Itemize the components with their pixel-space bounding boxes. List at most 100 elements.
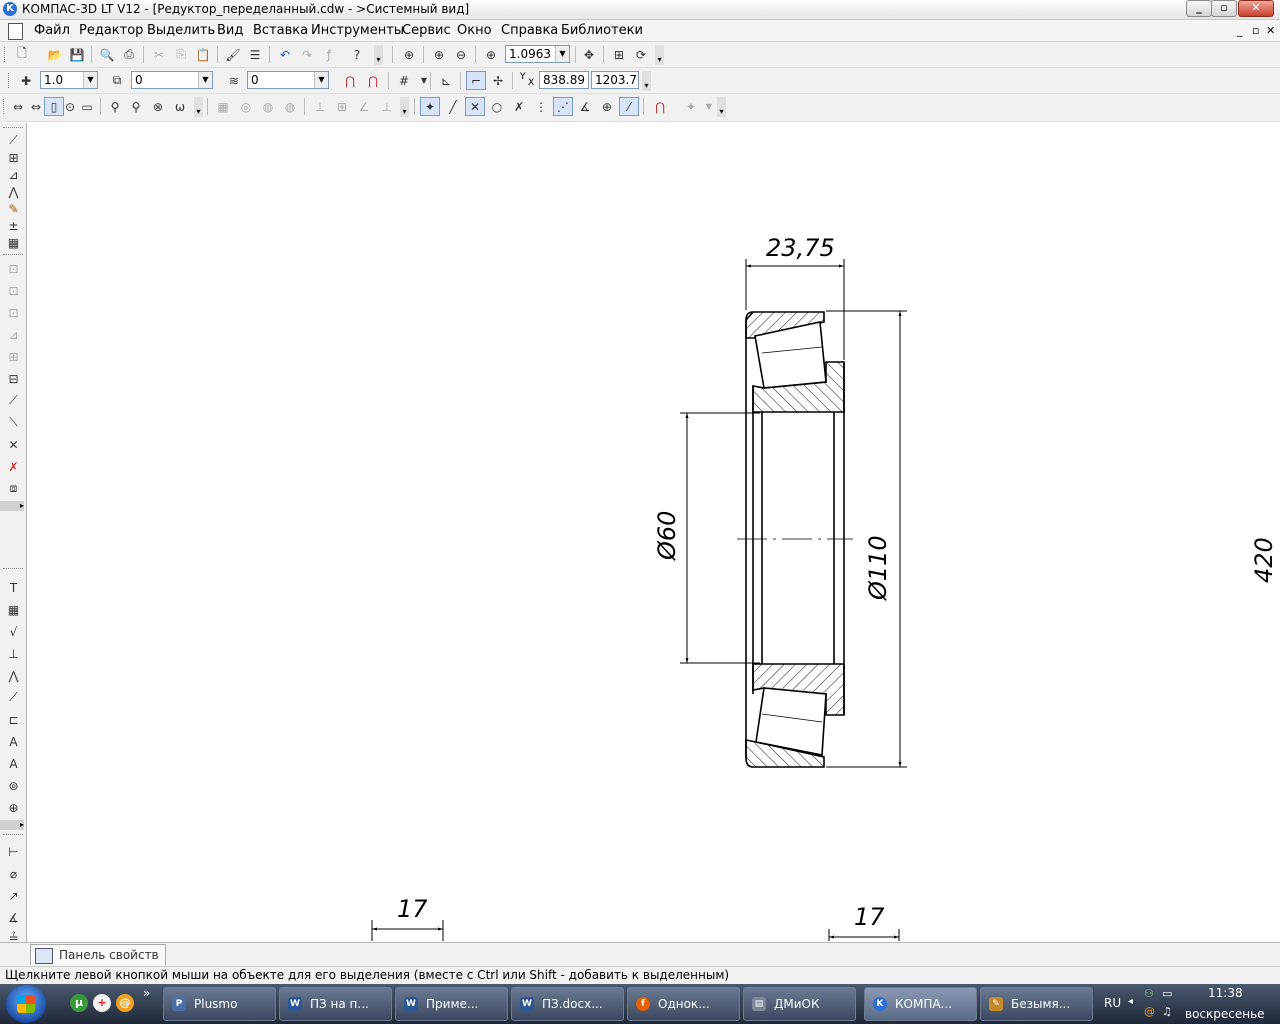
parallel-icon[interactable]: ∠ xyxy=(354,97,374,116)
mdi-restore-button[interactable]: ▫ xyxy=(1252,24,1259,37)
move-icon[interactable]: ⊡ xyxy=(4,259,23,278)
task-word-pz[interactable]: W ПЗ на п... xyxy=(279,987,392,1021)
linear-dimension-icon[interactable]: ⊢ xyxy=(4,842,23,861)
scale-icon[interactable]: ⊡ xyxy=(4,303,23,322)
view-manager-icon[interactable]: ⇔ xyxy=(8,97,28,116)
close-button[interactable]: ✕ xyxy=(1238,0,1274,17)
diameter-dimension-icon[interactable]: ⌀ xyxy=(4,864,23,883)
parameters-icon[interactable]: ⚲ xyxy=(126,97,146,116)
variables-icon[interactable]: ⚲ xyxy=(105,97,125,116)
clock-time[interactable]: 11:38 xyxy=(1208,986,1243,1000)
zoom-window-icon[interactable]: ⊕ xyxy=(399,45,419,64)
position-leader-icon[interactable]: ⟋ xyxy=(4,688,23,707)
task-firefox[interactable]: f Однок... xyxy=(627,987,740,1021)
delete-icon[interactable]: ✗ xyxy=(4,457,23,476)
view-icon[interactable]: ⇔ xyxy=(26,97,46,116)
cursor-step-combo[interactable]: 1.0 ▼ xyxy=(40,71,98,89)
panel-expand-icon[interactable]: ▸ xyxy=(0,501,24,511)
snap-alignment-icon[interactable]: ⋰ xyxy=(553,97,573,116)
snap-point-on-curve-icon[interactable]: ⁄ xyxy=(619,97,639,116)
current-layer-icon[interactable]: ≋ xyxy=(224,71,244,90)
start-button[interactable] xyxy=(6,985,46,1023)
drawing-canvas[interactable]: 23,75 Ø60 Ø110 420 17 17 xyxy=(27,123,1280,941)
toolbar-overflow-icon[interactable]: ▾ xyxy=(642,71,651,91)
quicklaunch-more-icon[interactable]: » xyxy=(143,986,150,1000)
zoom-out-icon[interactable]: ⊖ xyxy=(451,45,471,64)
cursor-step-icon[interactable]: ✚ xyxy=(16,71,36,90)
zoom-in-icon[interactable]: ⊕ xyxy=(429,45,449,64)
mdi-close-button[interactable]: ✕ xyxy=(1266,24,1275,37)
current-view-icon[interactable]: ⧉ xyxy=(107,71,127,90)
snap-settings-icon[interactable]: ⋂ xyxy=(363,71,383,90)
show-all-icon[interactable]: ⊞ xyxy=(609,45,629,64)
maximize-button[interactable]: ▫ xyxy=(1211,0,1237,17)
menu-libraries[interactable]: Библиотеки xyxy=(561,23,643,38)
redo-icon[interactable]: ↷ xyxy=(297,45,317,64)
leader-icon[interactable]: ⋀ xyxy=(4,666,23,685)
toolbar-grip[interactable] xyxy=(4,47,8,62)
hatching-icon[interactable]: ⊗ xyxy=(148,97,168,116)
menu-window[interactable]: Окно xyxy=(457,23,492,38)
trim-icon[interactable]: ⟋ xyxy=(4,391,23,410)
menu-help[interactable]: Справка xyxy=(501,23,558,38)
cursor-x-field[interactable]: 838.89 xyxy=(539,71,589,89)
save-icon[interactable]: 💾 xyxy=(67,45,87,64)
chevron-down-icon[interactable]: ▼ xyxy=(555,46,569,62)
table-icon[interactable]: ▦ xyxy=(4,600,23,619)
panel-grip[interactable] xyxy=(3,127,23,130)
snap-middle-icon[interactable]: ╱ xyxy=(443,97,463,116)
task-kompas[interactable]: K КОМПА... xyxy=(864,987,977,1021)
angular-dimension-icon[interactable]: ∡ xyxy=(4,908,23,927)
symmetry-icon[interactable]: ⊿ xyxy=(4,325,23,344)
task-plusmo[interactable]: P Plusmo xyxy=(163,987,276,1021)
base-icon[interactable]: ⊥ xyxy=(4,644,23,663)
snap-angle-icon[interactable]: ∡ xyxy=(575,97,595,116)
properties-list-icon[interactable]: ☰ xyxy=(245,45,265,64)
copy-objects-icon[interactable]: ⊞ xyxy=(4,347,23,366)
form-tolerance-icon[interactable]: ⊏ xyxy=(4,710,23,729)
zoom-combo[interactable]: 1.0963 ▼ xyxy=(505,45,570,63)
antivirus-icon[interactable]: + xyxy=(93,994,111,1012)
text-icon[interactable]: T xyxy=(4,578,23,597)
hide-icon[interactable]: ▭ xyxy=(77,97,97,116)
document-icon[interactable] xyxy=(8,23,23,40)
deform-icon[interactable]: ⊟ xyxy=(4,369,23,388)
radial-dimension-icon[interactable]: ↗ xyxy=(4,886,23,905)
zoom-scale-icon[interactable]: ⊕ xyxy=(481,45,501,64)
toolbar-overflow-icon[interactable]: ▾ xyxy=(374,45,383,65)
align-icon[interactable]: ⊥ xyxy=(310,97,330,116)
toolbar-grip[interactable] xyxy=(8,73,12,88)
toolbar-overflow-icon[interactable]: ▾ xyxy=(194,97,203,117)
fix-icon[interactable]: ⊞ xyxy=(332,97,352,116)
volume-icon[interactable]: ♫ xyxy=(1162,1005,1172,1018)
menu-file[interactable]: Файл xyxy=(34,23,70,38)
menu-insert[interactable]: Вставка xyxy=(253,23,308,38)
task-folder-dmiok[interactable]: ▤ ДМиОК xyxy=(743,987,856,1021)
print-icon[interactable]: ⎙ xyxy=(119,45,139,64)
monitor-icon[interactable]: ▭ xyxy=(1162,987,1172,1000)
undo-icon[interactable]: ↶ xyxy=(275,45,295,64)
task-word-prime[interactable]: W Приме... xyxy=(395,987,508,1021)
snap-normal-icon[interactable]: ✗ xyxy=(509,97,529,116)
explode-icon[interactable]: ⧈ xyxy=(4,479,23,498)
open-folder-icon[interactable]: 📂 xyxy=(45,45,65,64)
panel-grip[interactable] xyxy=(3,834,23,837)
menu-tools[interactable]: Инструменты xyxy=(311,23,404,38)
new-document-icon[interactable]: 🗋 xyxy=(12,45,32,64)
round-mode-icon[interactable]: ✢ xyxy=(488,71,508,90)
snap-intersection-icon[interactable]: ✕ xyxy=(465,97,485,116)
toolbar-overflow-icon[interactable]: ▾ xyxy=(400,97,409,117)
perpendicular-icon[interactable]: ⊥ xyxy=(377,97,397,116)
grid-icon[interactable]: # xyxy=(394,71,414,90)
snap-grid-icon[interactable]: ⋮ xyxy=(531,97,551,116)
snap-tangent-icon[interactable]: ○ xyxy=(487,97,507,116)
language-indicator[interactable]: RU xyxy=(1104,996,1121,1010)
break-icon[interactable]: ✕ xyxy=(4,435,23,454)
snap-magnet-icon[interactable]: ⋂ xyxy=(340,71,360,90)
measure-area-icon[interactable]: ◍ xyxy=(258,97,278,116)
task-paint[interactable]: ✎ Безымя... xyxy=(980,987,1093,1021)
refresh-icon[interactable]: ⟳ xyxy=(631,45,651,64)
mail-tray-icon[interactable]: @ xyxy=(1144,1005,1155,1018)
network-icon[interactable]: ⚇ xyxy=(1144,987,1154,1000)
cursor-y-field[interactable]: 1203.7 xyxy=(591,71,639,89)
